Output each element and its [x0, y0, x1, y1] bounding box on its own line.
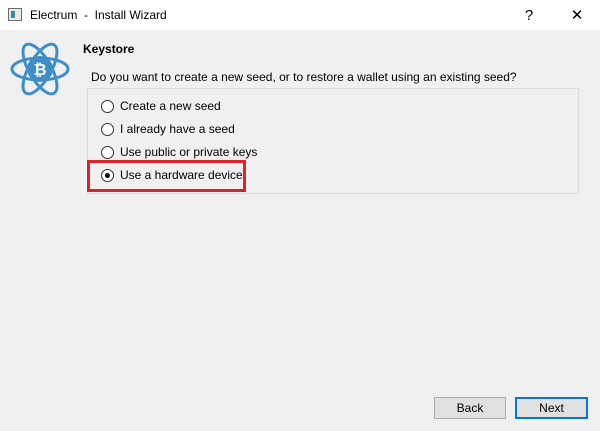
electrum-logo-icon: ₿	[10, 42, 70, 96]
svg-text:₿: ₿	[33, 60, 46, 79]
radio-create-new-seed[interactable]: Create a new seed	[101, 98, 221, 114]
help-button[interactable]: ?	[506, 0, 552, 30]
question-text: Do you want to create a new seed, or to …	[91, 70, 517, 84]
back-button[interactable]: Back	[434, 397, 506, 419]
highlight-box	[87, 160, 246, 192]
window-title: Electrum - Install Wizard	[30, 8, 167, 22]
radio-button-icon[interactable]	[101, 145, 114, 159]
title-bar: Electrum - Install Wizard ? ✕	[0, 0, 600, 30]
radio-label: Create a new seed	[120, 99, 221, 113]
page-heading: Keystore	[83, 42, 135, 56]
radio-button-icon[interactable]	[101, 99, 114, 113]
radio-label: Use public or private keys	[120, 145, 258, 159]
radio-button-icon[interactable]	[101, 122, 114, 136]
radio-public-private-keys[interactable]: Use public or private keys	[101, 144, 257, 160]
radio-label: I already have a seed	[120, 122, 235, 136]
close-button[interactable]: ✕	[554, 0, 600, 30]
next-button[interactable]: Next	[515, 397, 588, 419]
radio-already-have-seed[interactable]: I already have a seed	[101, 121, 235, 137]
electrum-app-icon	[8, 8, 22, 21]
